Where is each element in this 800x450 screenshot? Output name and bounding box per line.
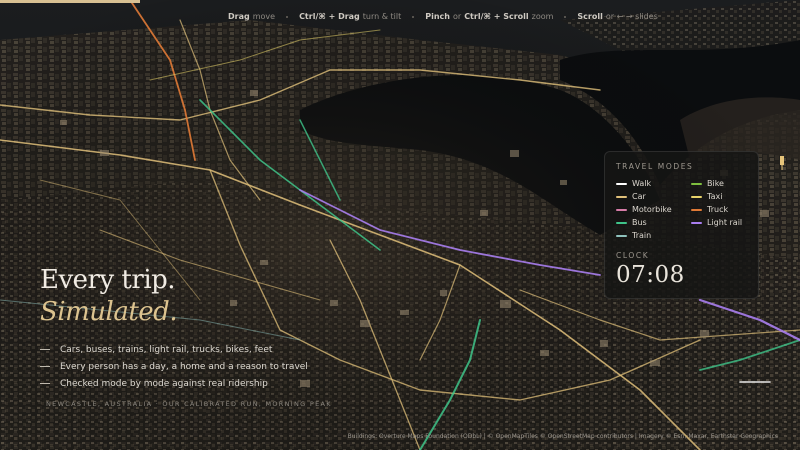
legend-item-walk: Walk [616,179,691,188]
travel-modes-legend: Walk Bike Car Taxi Motorbike Truck Bus L… [616,179,747,240]
hint-move: Drag move [228,12,276,21]
legend-item-bus: Bus [616,218,691,227]
bullet-item: Cars, buses, trains, light rail, trucks,… [40,341,308,358]
bullet-item: Checked mode by mode against real riders… [40,375,308,392]
dash-icon [40,383,50,384]
location-caption: NEWCASTLE, AUSTRALIA · OUR CALIBRATED RU… [46,400,332,408]
location-pin-icon [780,156,784,170]
hint-separator [564,15,567,18]
walk-swatch [616,182,627,185]
hero: Every trip. Simulated. Cars, buses, trai… [40,264,308,392]
hero-title: Every trip. [40,265,176,295]
hint-separator [286,15,289,18]
truck-swatch [691,208,702,211]
map-attribution[interactable]: Buildings: Overture Maps Foundation (ODb… [348,433,778,440]
hero-bullets: Cars, buses, trains, light rail, trucks,… [40,341,308,392]
hint-slides: Scroll or ← → slides [577,12,658,21]
travel-modes-panel: TRAVEL MODES Walk Bike Car Taxi Motorbik… [604,151,759,299]
legend-item-bike: Bike [691,179,761,188]
dash-icon [40,366,50,367]
bus-swatch [616,221,627,224]
top-accent-bar [0,0,140,3]
controls-hints: Drag move Ctrl/⌘ + Drag turn & tilt Pinch o… [228,12,658,21]
clock-title: CLOCK [616,251,650,260]
legend-item-motorbike: Motorbike [616,205,691,214]
legend-item-car: Car [616,192,691,201]
motorbike-swatch [616,208,627,211]
train-swatch [616,234,627,237]
legend-item-taxi: Taxi [691,192,761,201]
bike-swatch [691,182,702,185]
clock-value: 07:08 [616,262,685,288]
legend-item-train: Train [616,231,691,240]
hero-subtitle: Simulated. [40,297,178,327]
hint-zoom: Pinch or Ctrl/⌘ + Scroll zoom [425,12,554,21]
car-swatch [616,195,627,198]
dash-icon [40,349,50,350]
travel-modes-title: TRAVEL MODES [616,162,694,171]
bullet-item: Every person has a day, a home and a rea… [40,358,308,375]
hint-turn-tilt: Ctrl/⌘ + Drag turn & tilt [299,12,402,21]
legend-item-light-rail: Light rail [691,218,761,227]
hint-separator [412,15,415,18]
taxi-swatch [691,195,702,198]
light-rail-swatch [691,221,702,224]
legend-item-truck: Truck [691,205,761,214]
